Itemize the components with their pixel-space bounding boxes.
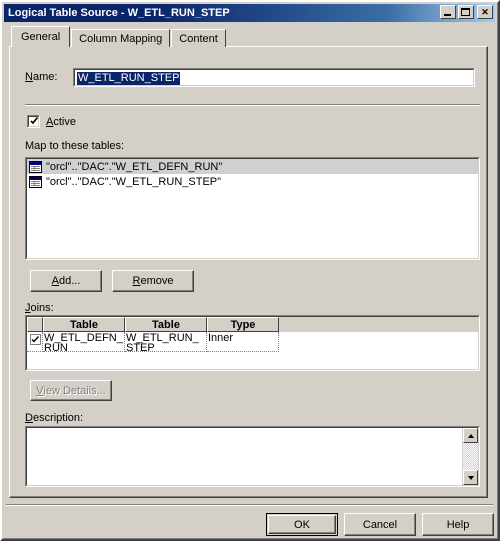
joins-grid-header: Table Table Type [27, 317, 478, 332]
joins-header-table2[interactable]: Table [125, 317, 207, 332]
ok-button[interactable]: OK [266, 513, 338, 536]
check-icon [31, 336, 39, 343]
map-tables-listbox-inner: "orcl".."DAC"."W_ETL_DEFN_RUN" "orcl".."… [26, 158, 479, 259]
joins-header-type[interactable]: Type [207, 317, 279, 332]
active-checkbox-label: Active [46, 116, 76, 128]
name-input-inner: W_ETL_RUN_STEP [74, 69, 474, 86]
joins-cell-type: Inner [207, 332, 279, 352]
close-icon: ✕ [481, 6, 489, 17]
map-tables-label: Map to these tables: [25, 140, 125, 152]
tab-column-mapping-label: Column Mapping [79, 32, 163, 45]
add-button[interactable]: Add... [30, 270, 102, 292]
joins-label: Joins: [25, 302, 54, 314]
view-details-button[interactable]: View Details... [30, 380, 112, 401]
help-button-label: Help [446, 518, 470, 531]
tab-content-label: Content [179, 32, 218, 45]
description-value [27, 428, 478, 432]
joins-row-checkbox[interactable] [29, 334, 41, 345]
joins-cell-table1: W_ETL_DEFN_RUN [43, 332, 125, 352]
chevron-down-icon [467, 475, 474, 480]
scroll-up-button[interactable] [463, 428, 478, 443]
maximize-button[interactable] [458, 5, 474, 19]
title-bar-buttons: ✕ [440, 5, 493, 19]
window-title: Logical Table Source - W_ETL_RUN_STEP [8, 7, 230, 19]
joins-header-corner[interactable] [27, 317, 43, 332]
add-button-label: Add... [51, 275, 81, 287]
description-textarea-inner [26, 427, 479, 486]
map-tables-listbox[interactable]: "orcl".."DAC"."W_ETL_DEFN_RUN" "orcl".."… [25, 157, 480, 260]
description-textarea[interactable] [25, 426, 480, 487]
section-divider [25, 104, 480, 106]
check-icon [30, 116, 39, 125]
dialog-window: Logical Table Source - W_ETL_RUN_STEP ✕ … [0, 0, 500, 541]
description-scrollbar[interactable] [462, 428, 478, 485]
name-label: Name: [25, 71, 58, 83]
chevron-up-icon [467, 433, 474, 438]
name-input-value: W_ETL_RUN_STEP [77, 72, 181, 85]
joins-cell-table2: W_ETL_RUN_STEP [125, 332, 207, 352]
tab-general[interactable]: General [11, 26, 71, 47]
joins-grid-inner: Table Table Type W_ETL_DEFN_RUN W_ETL_RU… [26, 316, 479, 370]
tab-general-label: General [21, 31, 61, 43]
ok-button-label: OK [294, 518, 310, 531]
description-label: Description: [25, 412, 84, 424]
joins-grid-empty-area [27, 352, 478, 369]
tab-column-mapping[interactable]: Column Mapping [71, 29, 171, 47]
close-button[interactable]: ✕ [477, 5, 493, 19]
title-bar[interactable]: Logical Table Source - W_ETL_RUN_STEP ✕ [4, 4, 495, 22]
minimize-icon [444, 14, 451, 16]
remove-button-label: Remove [132, 275, 174, 287]
maximize-icon [461, 8, 470, 16]
minimize-button[interactable] [440, 5, 456, 19]
table-icon [29, 160, 42, 173]
table-icon [29, 175, 42, 188]
tab-content[interactable]: Content [171, 29, 226, 47]
active-checkbox[interactable] [27, 115, 40, 128]
footer-divider [6, 504, 493, 506]
description-label-rest: escription: [32, 412, 84, 424]
joins-header-table1[interactable]: Table [43, 317, 125, 332]
tab-strip: General Column Mapping Content [11, 26, 227, 47]
scroll-down-button[interactable] [463, 470, 478, 485]
remove-button[interactable]: Remove [112, 270, 194, 292]
view-details-button-label: View Details... [36, 384, 106, 397]
active-label-rest: ctive [53, 116, 76, 128]
joins-label-rest: oins: [30, 302, 54, 314]
joins-row-checkbox-cell[interactable] [27, 332, 43, 352]
cancel-button[interactable]: Cancel [344, 513, 416, 536]
cancel-button-label: Cancel [362, 518, 398, 531]
list-item[interactable]: "orcl".."DAC"."W_ETL_DEFN_RUN" [27, 159, 478, 174]
list-item-label: "orcl".."DAC"."W_ETL_RUN_STEP" [46, 175, 222, 188]
table-row[interactable]: W_ETL_DEFN_RUN W_ETL_RUN_STEP Inner [27, 332, 478, 352]
list-item[interactable]: "orcl".."DAC"."W_ETL_RUN_STEP" [27, 174, 478, 189]
joins-grid[interactable]: Table Table Type W_ETL_DEFN_RUN W_ETL_RU… [25, 315, 480, 371]
help-button[interactable]: Help [422, 513, 494, 536]
name-input[interactable]: W_ETL_RUN_STEP [73, 68, 475, 87]
list-item-label: "orcl".."DAC"."W_ETL_DEFN_RUN" [46, 160, 223, 173]
name-label-rest: ame: [32, 71, 58, 83]
